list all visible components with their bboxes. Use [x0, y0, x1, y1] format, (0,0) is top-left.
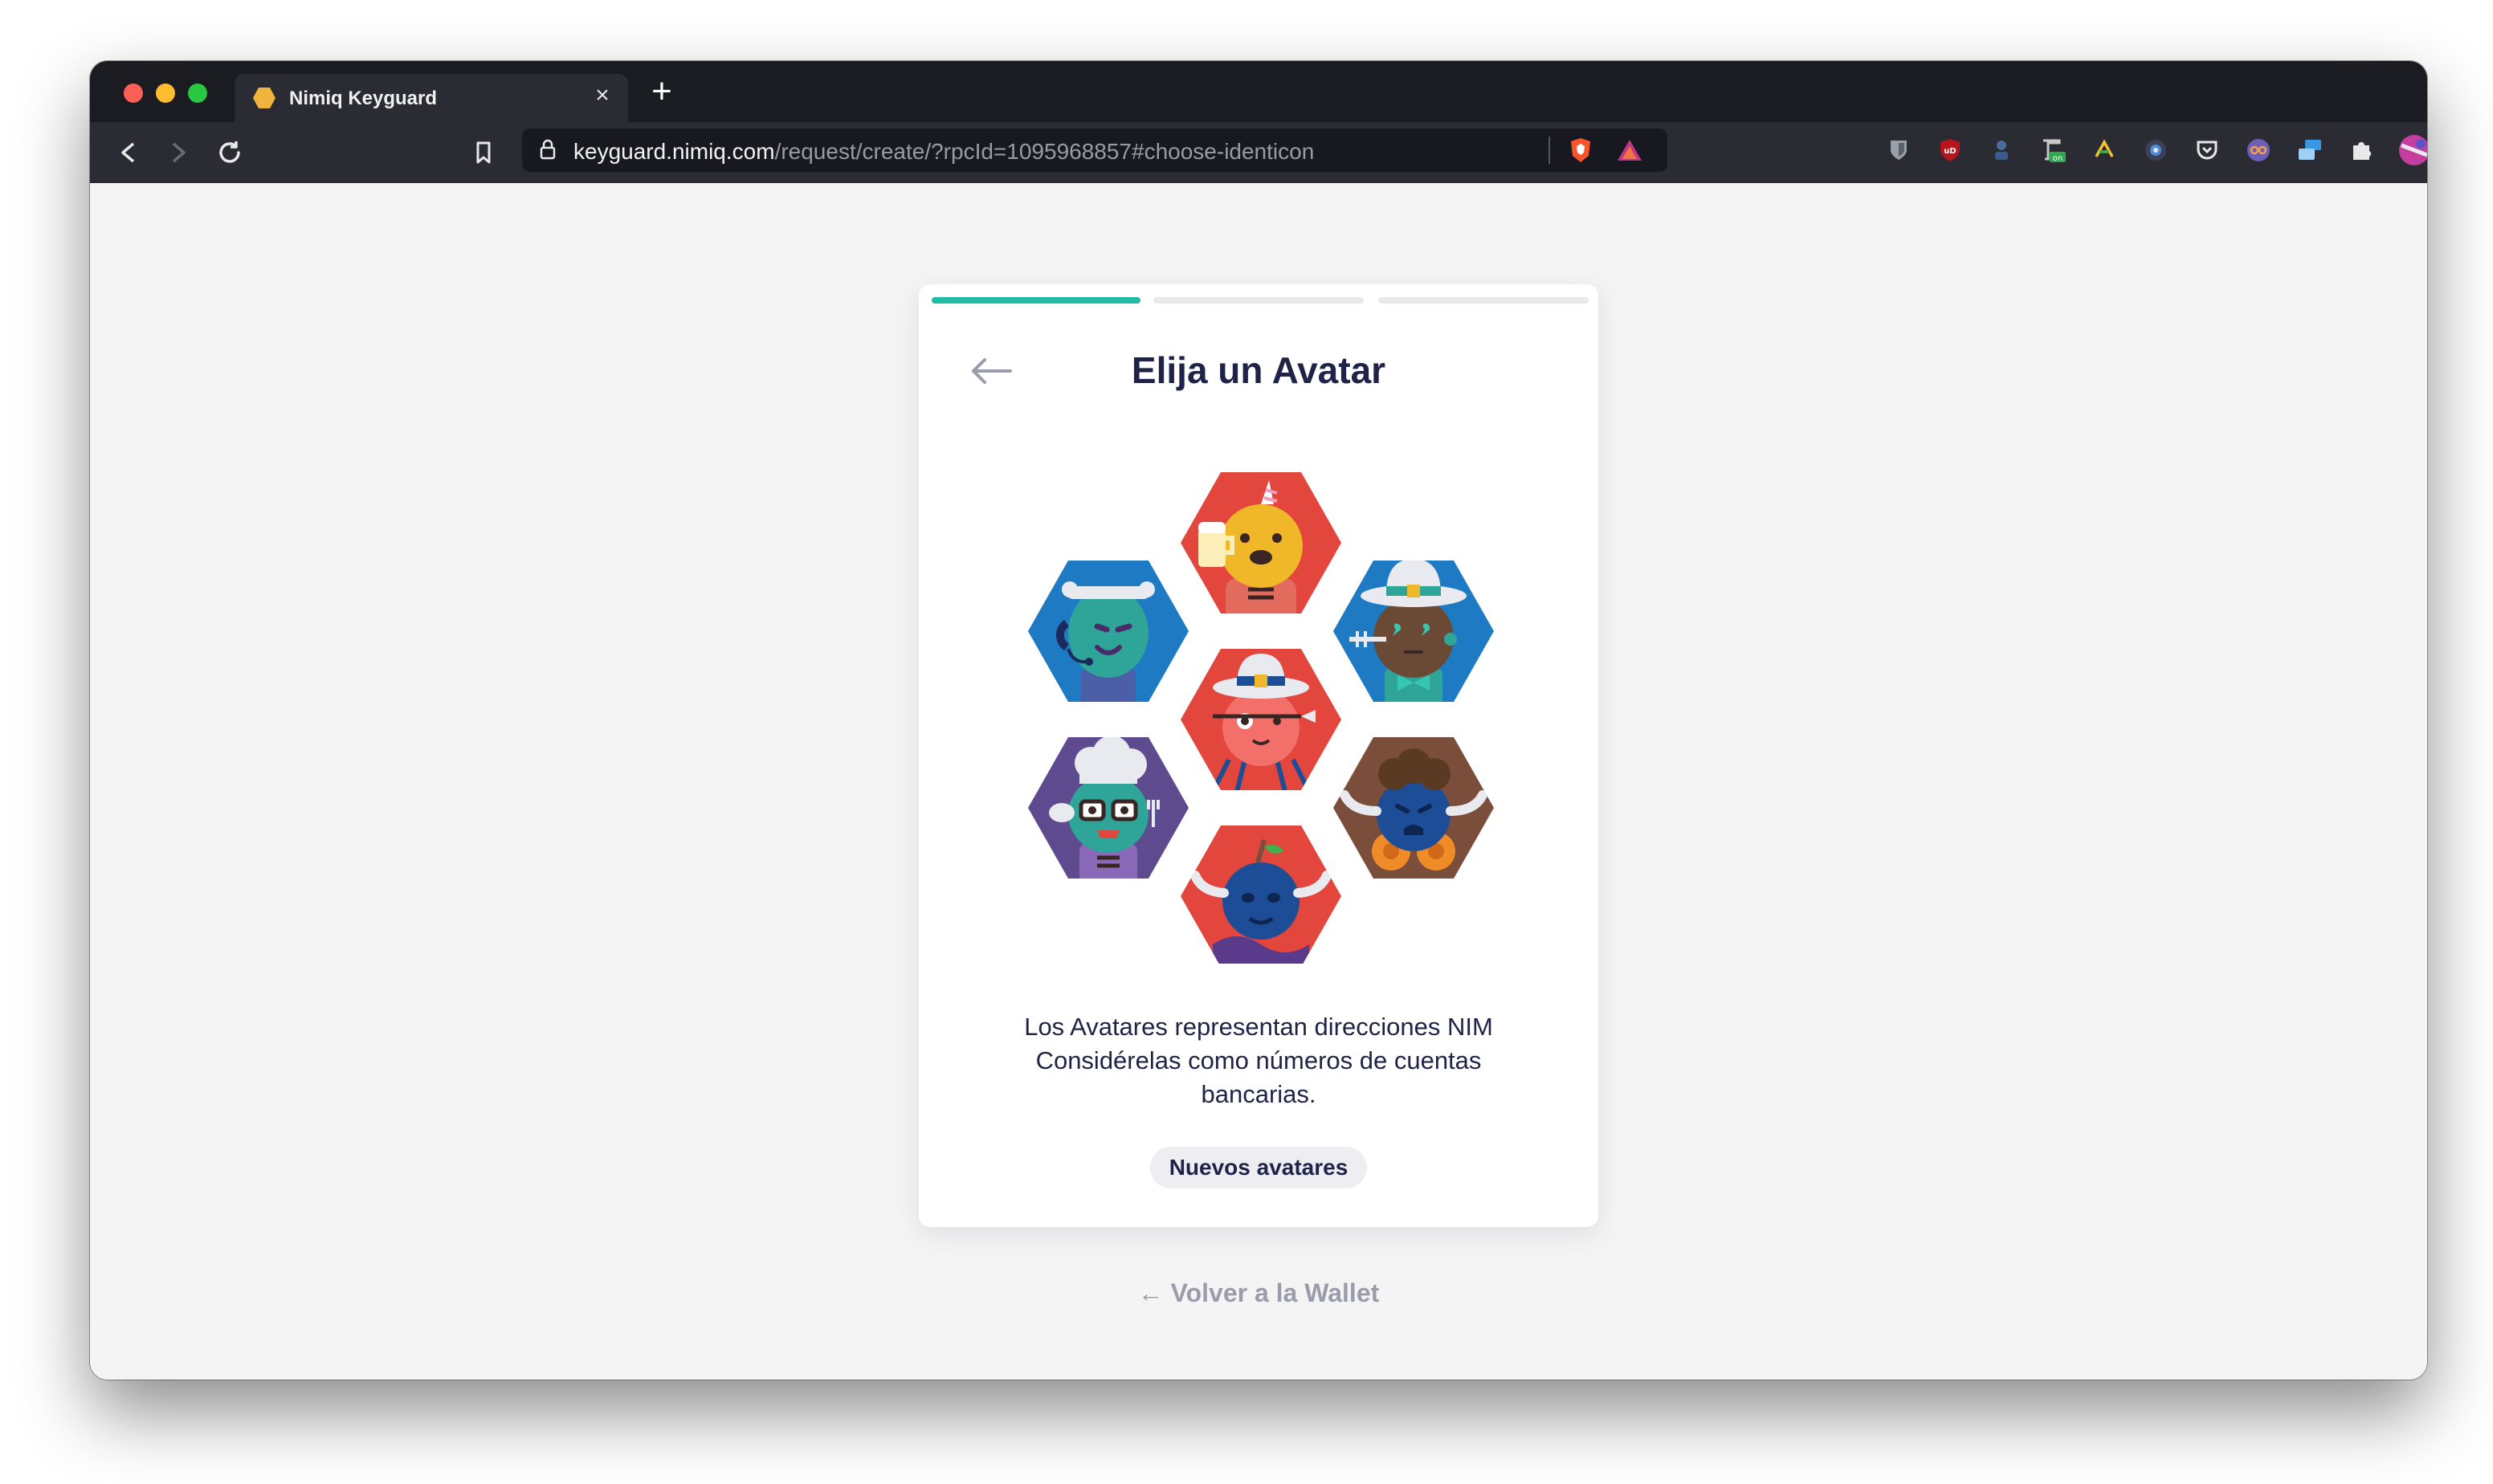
- lock-icon: [540, 139, 556, 160]
- avatar-description: Los Avatares representan direcciones NIM…: [999, 1010, 1518, 1111]
- reload-icon[interactable]: [214, 137, 246, 169]
- pocket-icon[interactable]: [2194, 137, 2220, 163]
- url-host: keyguard.nimiq.com: [573, 139, 775, 164]
- page-content: Elija un Avatar Los Avatares representan…: [90, 183, 2427, 1380]
- back-to-wallet-link[interactable]: ← Volver a la Wallet: [90, 1278, 2427, 1308]
- avatar-option[interactable]: [1333, 559, 1494, 715]
- description-line: Considérelas como números de cuentas: [1035, 1046, 1482, 1074]
- avatar-option[interactable]: [1181, 472, 1341, 626]
- extensions-puzzle-icon[interactable]: [2348, 137, 2374, 163]
- minimize-window-button[interactable]: [156, 84, 175, 103]
- description-line: Los Avatares representan direcciones NIM: [1024, 1013, 1493, 1041]
- new-tab-button[interactable]: +: [644, 71, 679, 112]
- description-line: bancarias.: [1201, 1080, 1316, 1108]
- avatar-option[interactable]: [1028, 736, 1189, 891]
- browser-window: Nimiq Keyguard × + keyguard.nimiq.com/re…: [90, 61, 2427, 1380]
- back-icon[interactable]: [112, 137, 145, 169]
- svg-text:uD: uD: [1944, 147, 1956, 156]
- tab-close-icon[interactable]: ×: [588, 82, 617, 109]
- url-divider: [1548, 137, 1550, 164]
- ublock-extension-icon[interactable]: uD: [1937, 137, 1963, 163]
- nimiq-hexagon-icon: [253, 88, 275, 108]
- choose-avatar-card: Elija un Avatar Los Avatares representan…: [919, 284, 1598, 1227]
- toggle-on-extension-icon[interactable]: on: [2040, 137, 2066, 163]
- close-window-button[interactable]: [124, 84, 143, 103]
- window-manager-icon[interactable]: [2297, 137, 2323, 163]
- svg-text:on: on: [2053, 154, 2063, 163]
- bookmark-icon[interactable]: [467, 137, 500, 169]
- camera-extension-icon[interactable]: [2143, 137, 2169, 163]
- avatar-option[interactable]: [1333, 737, 1494, 879]
- avatar-option[interactable]: [1181, 826, 1341, 964]
- progress-step-3: [1378, 297, 1589, 304]
- new-avatars-button[interactable]: Nuevos avatares: [1150, 1147, 1367, 1188]
- privacy-badger-icon[interactable]: [1989, 137, 2014, 163]
- zoom-window-button[interactable]: [188, 84, 207, 103]
- forward-icon[interactable]: [162, 137, 194, 169]
- bitwarden-extension-icon[interactable]: [1886, 137, 1912, 163]
- reader-glasses-icon[interactable]: [2246, 137, 2271, 163]
- progress-step-1: [932, 297, 1140, 304]
- progress-step-2: [1153, 297, 1364, 304]
- tab-title: Nimiq Keyguard: [289, 88, 438, 109]
- translate-extension-icon[interactable]: [2091, 137, 2117, 163]
- avatar-option[interactable]: [1181, 649, 1341, 792]
- avatar-option[interactable]: [1028, 561, 1189, 715]
- address-bar[interactable]: keyguard.nimiq.com/request/create/?rpcId…: [522, 128, 1667, 172]
- tab-nimiq-keyguard[interactable]: Nimiq Keyguard ×: [235, 74, 628, 122]
- brave-shield-icon[interactable]: [1568, 137, 1593, 164]
- url-path: /request/create/?rpcId=1095968857#choose…: [774, 139, 1315, 164]
- brave-rewards-icon[interactable]: [1616, 138, 1643, 162]
- profile-avatar[interactable]: [2398, 134, 2427, 166]
- tab-bar: Nimiq Keyguard × +: [90, 61, 2427, 122]
- url-text[interactable]: keyguard.nimiq.com/request/create/?rpcId…: [573, 139, 1314, 165]
- page-title: Elija un Avatar: [1131, 349, 1386, 391]
- avatar-selection-grid: [1028, 472, 1494, 964]
